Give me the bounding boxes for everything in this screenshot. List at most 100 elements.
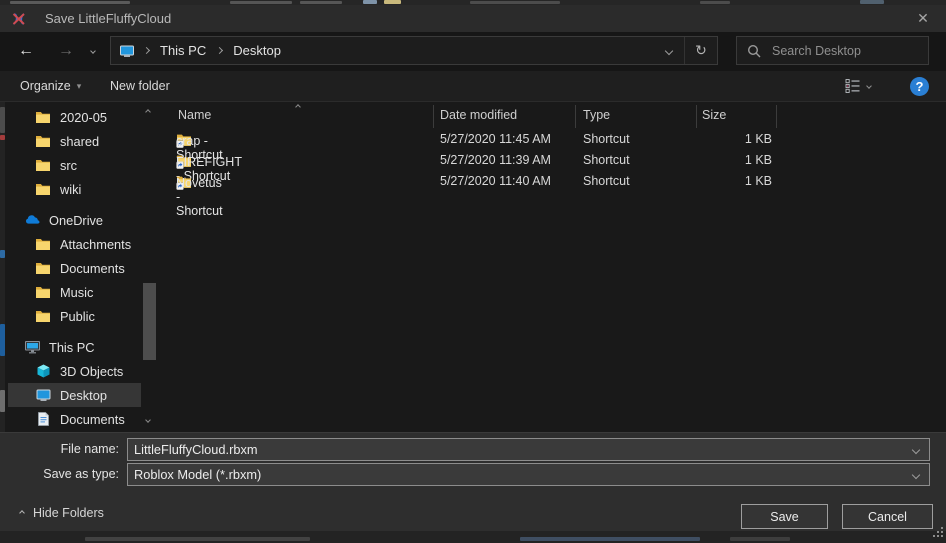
file-list-header: Name Date modified Type Size — [160, 102, 946, 130]
chevron-down-icon — [90, 48, 96, 54]
column-divider[interactable] — [433, 105, 434, 128]
scroll-up-icon[interactable] — [145, 109, 151, 115]
onedrive-icon — [24, 212, 41, 228]
resize-grip-icon[interactable] — [933, 527, 944, 541]
save-dialog: Save LittleFluffyCloud ✕ ← → ↑ This PC D… — [0, 0, 946, 543]
column-divider[interactable] — [776, 105, 777, 128]
cancel-button[interactable]: Cancel — [842, 504, 933, 529]
recent-locations-button[interactable] — [84, 36, 102, 65]
address-bar[interactable]: This PC Desktop ↻ — [110, 36, 718, 65]
folder-tree-sidebar: 2020-05sharedsrcwikiOneDriveAttachmentsD… — [8, 102, 158, 432]
file-type: Shortcut — [583, 174, 630, 188]
folder-icon — [35, 157, 52, 173]
organize-label: Organize — [20, 79, 71, 93]
sidebar-item-3d-objects[interactable]: 3D Objects — [8, 359, 141, 383]
scrollbar-thumb[interactable] — [143, 283, 156, 360]
sidebar-item-label: 3D Objects — [60, 364, 123, 379]
organize-button[interactable]: Organize ▾ — [20, 71, 81, 101]
help-icon: ? — [910, 77, 929, 96]
file-date-modified: 5/27/2020 11:39 AM — [440, 153, 551, 167]
file-size: 1 KB — [696, 174, 772, 188]
forward-button[interactable]: → — [48, 36, 84, 65]
breadcrumb-this-pc[interactable]: This PC — [158, 43, 208, 58]
sidebar-scrollbar[interactable] — [142, 102, 157, 432]
chevron-up-icon — [19, 510, 25, 516]
sidebar-item-this-pc[interactable]: This PC — [8, 335, 141, 359]
sidebar-item-attachments[interactable]: Attachments — [8, 232, 141, 256]
folder-icon — [35, 308, 52, 324]
search-input[interactable] — [770, 43, 910, 59]
forward-icon: → — [58, 42, 74, 60]
save-as-type-dropdown-button[interactable] — [903, 472, 929, 478]
sidebar-tree: 2020-05sharedsrcwikiOneDriveAttachmentsD… — [8, 102, 158, 431]
chevron-down-icon — [665, 46, 673, 54]
sidebar-item-2020-05[interactable]: 2020-05 — [8, 105, 141, 129]
column-header-date-modified[interactable]: Date modified — [440, 108, 517, 122]
file-row[interactable]: Novetus - Shortcut5/27/2020 11:40 AMShor… — [160, 172, 946, 193]
close-icon: ✕ — [917, 10, 929, 27]
sort-ascending-icon — [295, 104, 301, 110]
file-name-combo[interactable] — [127, 438, 930, 461]
command-bar: Organize ▾ New folder ? — [0, 71, 946, 102]
sidebar-item-onedrive[interactable]: OneDrive — [8, 208, 141, 232]
sidebar-item-public[interactable]: Public — [8, 304, 141, 328]
hide-folders-label: Hide Folders — [33, 506, 104, 520]
sidebar-item-label: This PC — [49, 340, 95, 355]
sidebar-item-documents[interactable]: Documents — [8, 256, 141, 280]
this-pc-icon — [119, 43, 135, 59]
file-size: 1 KB — [696, 132, 772, 146]
column-divider[interactable] — [696, 105, 697, 128]
details-view-icon — [845, 78, 861, 94]
folder-icon — [35, 236, 52, 252]
sidebar-item-desktop[interactable]: Desktop — [8, 383, 141, 407]
sidebar-item-label: Desktop — [60, 388, 107, 403]
cube-icon — [35, 363, 52, 379]
column-header-name[interactable]: Name — [178, 108, 211, 122]
sidebar-group: This PC 3D Objects Desktop Documents — [8, 335, 158, 431]
save-as-type-combo[interactable]: Roblox Model (*.rbxm) — [127, 463, 930, 486]
sidebar-item-label: Documents — [60, 412, 125, 427]
scroll-down-icon[interactable] — [145, 417, 151, 423]
sidebar-item-shared[interactable]: shared — [8, 129, 141, 153]
sidebar-item-src[interactable]: src — [8, 153, 141, 177]
breadcrumb-desktop[interactable]: Desktop — [231, 43, 283, 58]
novetus-app-icon — [10, 10, 28, 28]
save-as-type-label: Save as type: — [0, 467, 119, 481]
refresh-button[interactable]: ↻ — [684, 37, 717, 64]
sidebar-item-label: Public — [60, 309, 95, 324]
close-button[interactable]: ✕ — [900, 5, 946, 32]
hide-folders-button[interactable]: Hide Folders — [20, 506, 104, 520]
save-button[interactable]: Save — [741, 504, 828, 529]
file-date-modified: 5/27/2020 11:45 AM — [440, 132, 551, 146]
file-name-input[interactable] — [128, 441, 903, 458]
back-button[interactable]: ← — [8, 36, 44, 65]
sidebar-item-label: OneDrive — [49, 213, 103, 228]
folder-icon — [35, 133, 52, 149]
chevron-down-icon — [912, 445, 920, 453]
sidebar-item-documents[interactable]: Documents — [8, 407, 141, 431]
sidebar-group: OneDrive AttachmentsDocuments Music Public — [8, 208, 158, 328]
thispc-icon — [24, 339, 41, 355]
file-name-label: File name: — [0, 442, 119, 456]
sidebar-item-label: 2020-05 — [60, 110, 107, 125]
file-name-dropdown-button[interactable] — [903, 447, 929, 453]
file-row[interactable]: crap - Shortcut5/27/2020 11:45 AMShortcu… — [160, 130, 946, 151]
view-mode-button[interactable] — [845, 71, 871, 101]
column-divider[interactable] — [575, 105, 576, 128]
sidebar-item-label: Music — [60, 285, 93, 300]
column-header-size[interactable]: Size — [702, 108, 726, 122]
address-dropdown-button[interactable] — [654, 37, 684, 64]
sidebar-item-wiki[interactable]: wiki — [8, 177, 141, 201]
document-icon — [35, 411, 52, 427]
file-row[interactable]: FIREFIGHT - Shortcut5/27/2020 11:39 AMSh… — [160, 151, 946, 172]
save-as-type-value: Roblox Model (*.rbxm) — [128, 467, 903, 482]
search-icon — [747, 44, 761, 58]
button-bar: Hide Folders Save Cancel — [0, 497, 946, 531]
breadcrumb-separator-icon — [216, 47, 223, 54]
column-header-type[interactable]: Type — [583, 108, 610, 122]
sidebar-item-music[interactable]: Music — [8, 280, 141, 304]
search-box[interactable] — [736, 36, 929, 65]
file-size: 1 KB — [696, 153, 772, 167]
help-button[interactable]: ? — [910, 71, 929, 101]
new-folder-button[interactable]: New folder — [110, 71, 170, 101]
